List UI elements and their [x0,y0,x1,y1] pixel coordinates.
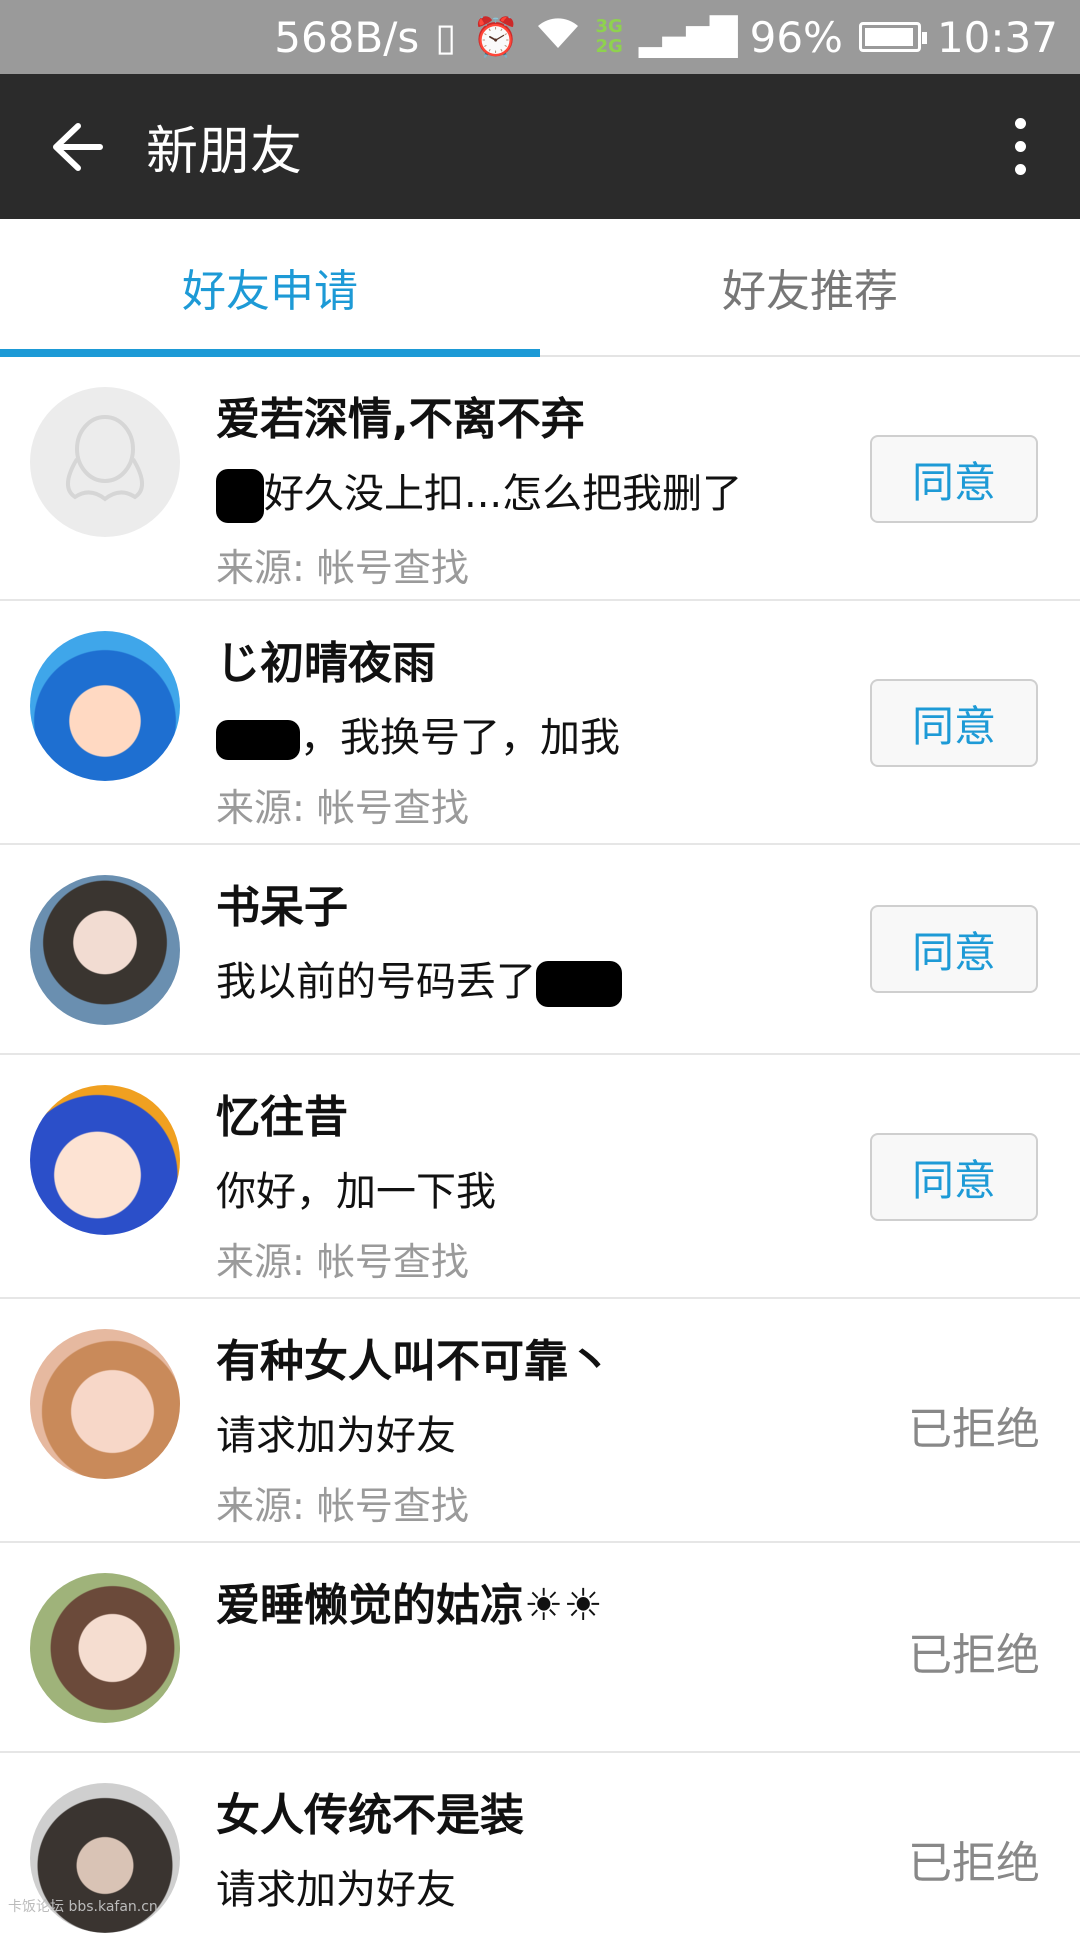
list-item[interactable]: 忆往昔 你好，加一下我 来源: 帐号查找 同意 [0,1055,1080,1299]
list-item[interactable]: 女人传统不是装 请求加为好友 已拒绝 [0,1753,1080,1953]
net-2g-label: 2G [596,37,623,57]
avatar [30,1085,180,1235]
signal-icon: ▂▄▆█ [639,17,734,58]
app-bar: 新朋友 [0,74,1080,219]
requester-name: 忆往昔 [216,1081,860,1145]
redaction-mark [216,720,300,760]
request-message: 我以前的号码丢了 [216,949,860,1007]
avatar [30,1573,180,1723]
alarm-icon: ⏰ [472,15,519,60]
net-3g-label: 3G [596,17,623,37]
redaction-mark [216,469,264,523]
list-item[interactable]: 书呆子 我以前的号码丢了 同意 [0,845,1080,1055]
back-arrow-icon[interactable] [48,118,106,176]
net-speed: 568B/s [274,13,419,62]
request-source: 来源: 帐号查找 [216,537,860,592]
friend-request-list: 爱若深情,不离不弃 好久没上扣...怎么把我删了 来源: 帐号查找 同意 じ初晴… [0,357,1080,1953]
status-bar: 568B/s ▯ ⏰ 3G 2G ▂▄▆█ 96% 10:37 [0,0,1080,74]
network-type: 3G 2G [596,17,623,57]
vibrate-icon: ▯ [435,15,456,59]
list-item[interactable]: 有种女人叫不可靠丶 请求加为好友 来源: 帐号查找 已拒绝 [0,1299,1080,1543]
request-source: 来源: 帐号查找 [216,1475,860,1530]
rejected-status: 已拒绝 [908,1827,1040,1891]
tab-friend-recommendations[interactable]: 好友推荐 [540,219,1080,355]
tab-bar: 好友申请 好友推荐 [0,219,1080,357]
list-item[interactable]: 爱若深情,不离不弃 好久没上扣...怎么把我删了 来源: 帐号查找 同意 [0,357,1080,601]
avatar [30,1329,180,1479]
watermark: 卡饭论坛 bbs.kafan.cn [8,1896,158,1916]
request-message-text: ，我换号了，加我 [300,715,620,761]
avatar [30,875,180,1025]
tab-friend-requests[interactable]: 好友申请 [0,219,540,355]
avatar [30,631,180,781]
request-message: 你好，加一下我 [216,1159,860,1217]
request-source: 来源: 帐号查找 [216,1231,860,1286]
requester-name: 爱若深情,不离不弃 [216,383,860,447]
avatar-default-icon [30,387,180,537]
request-message: ，我换号了，加我 [216,705,860,763]
redaction-mark [536,961,622,1007]
page-title: 新朋友 [146,109,1000,184]
agree-button[interactable]: 同意 [870,1133,1038,1221]
more-options-icon[interactable] [1000,112,1040,182]
requester-name: 女人传统不是装 [216,1779,860,1843]
rejected-status: 已拒绝 [908,1619,1040,1683]
battery-percent: 96% [750,13,843,62]
requester-name: 书呆子 [216,871,860,935]
agree-button[interactable]: 同意 [870,905,1038,993]
agree-button[interactable]: 同意 [870,435,1038,523]
request-message: 好久没上扣...怎么把我删了 [216,461,860,523]
clock: 10:37 [937,13,1058,62]
list-item[interactable]: じ初晴夜雨 ，我换号了，加我 来源: 帐号查找 同意 [0,601,1080,845]
rejected-status: 已拒绝 [908,1393,1040,1457]
wifi-icon [536,15,580,59]
requester-name: 爱睡懒觉的姑凉☀☀ [216,1569,860,1633]
request-message: 请求加为好友 [216,1857,860,1915]
agree-button[interactable]: 同意 [870,679,1038,767]
battery-icon [859,22,921,52]
requester-name: じ初晴夜雨 [216,627,860,691]
request-message: 请求加为好友 [216,1403,860,1461]
requester-name: 有种女人叫不可靠丶 [216,1325,860,1389]
list-item[interactable]: 爱睡懒觉的姑凉☀☀ 已拒绝 [0,1543,1080,1753]
request-message-text: 我以前的号码丢了 [216,959,536,1005]
request-message-text: 好久没上扣...怎么把我删了 [264,471,742,517]
request-source: 来源: 帐号查找 [216,777,860,832]
